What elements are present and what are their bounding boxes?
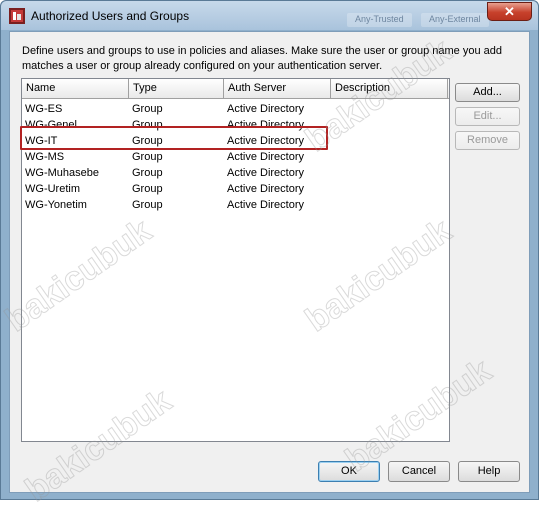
- cell-description: [331, 117, 334, 133]
- cell-description: [331, 133, 334, 149]
- help-button[interactable]: Help: [458, 461, 520, 482]
- cell-type: Group: [132, 183, 163, 195]
- cell-type: Group: [132, 103, 163, 115]
- table-row[interactable]: WG-Yonetim Group Active Directory: [22, 197, 449, 213]
- cell-auth-server: Active Directory: [227, 199, 305, 211]
- cell-auth-server: Active Directory: [227, 151, 305, 163]
- window-title: Authorized Users and Groups: [31, 9, 190, 23]
- column-header-description[interactable]: Description: [331, 79, 448, 98]
- close-button[interactable]: ✕: [487, 2, 532, 21]
- add-button[interactable]: Add...: [455, 83, 520, 102]
- cell-name: WG-Yonetim: [25, 199, 87, 211]
- table-row[interactable]: WG-Uretim Group Active Directory: [22, 181, 449, 197]
- ok-button[interactable]: OK: [318, 461, 380, 482]
- cell-name: WG-Muhasebe: [25, 167, 99, 179]
- cell-type: Group: [132, 167, 163, 179]
- title-bar[interactable]: Authorized Users and Groups Any-Trusted …: [1, 1, 538, 30]
- cell-auth-server: Active Directory: [227, 167, 305, 179]
- cell-description: [331, 101, 334, 117]
- column-header-auth-server[interactable]: Auth Server: [224, 79, 331, 98]
- table-row[interactable]: WG-Muhasebe Group Active Directory: [22, 165, 449, 181]
- cell-name: WG-Uretim: [25, 183, 80, 195]
- app-icon: [9, 8, 25, 24]
- description-text: Define users and groups to use in polici…: [22, 45, 503, 72]
- cell-type: Group: [132, 151, 163, 163]
- edit-button[interactable]: Edit...: [455, 107, 520, 126]
- background-tab-any-external: Any-External: [421, 13, 489, 27]
- background-tab-any-trusted: Any-Trusted: [347, 13, 412, 27]
- cell-type: Group: [132, 199, 163, 211]
- column-header-name[interactable]: Name: [22, 79, 129, 98]
- table-row[interactable]: WG-MS Group Active Directory: [22, 149, 449, 165]
- cell-description: [331, 181, 334, 197]
- highlight-box-wg-it: [20, 126, 328, 150]
- column-header-type[interactable]: Type: [129, 79, 224, 98]
- cell-auth-server: Active Directory: [227, 103, 305, 115]
- cell-description: [331, 165, 334, 181]
- cell-name: WG-ES: [25, 103, 63, 115]
- cell-name: WG-MS: [25, 151, 65, 163]
- remove-button[interactable]: Remove: [455, 131, 520, 150]
- cell-auth-server: Active Directory: [227, 183, 305, 195]
- dialog-window: Authorized Users and Groups Any-Trusted …: [0, 0, 539, 510]
- table-row[interactable]: WG-ES Group Active Directory: [22, 101, 449, 117]
- cell-description: [331, 149, 334, 165]
- cell-description: [331, 197, 334, 213]
- table-header: Name Type Auth Server Description: [22, 79, 449, 99]
- dialog-body: Define users and groups to use in polici…: [9, 31, 530, 493]
- cancel-button[interactable]: Cancel: [388, 461, 450, 482]
